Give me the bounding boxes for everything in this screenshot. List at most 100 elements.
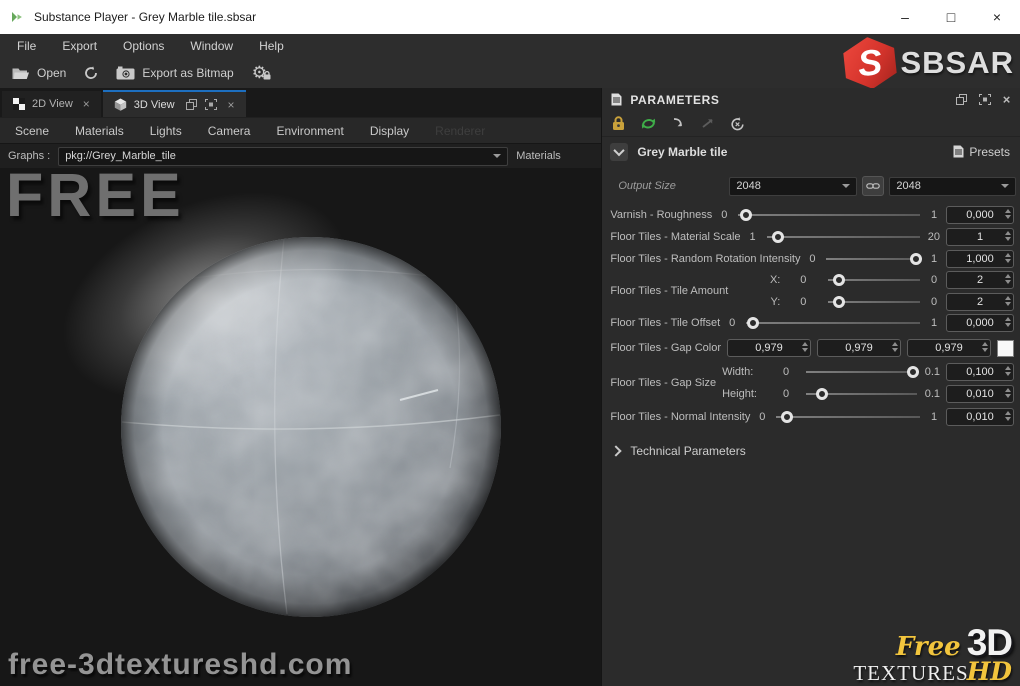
subtab-scene[interactable]: Scene [2, 124, 62, 138]
param-spinbox[interactable]: 0,010 [946, 408, 1014, 426]
panel-float-icon[interactable] [956, 94, 967, 105]
spinner-arrows-icon[interactable] [1005, 366, 1011, 376]
tab-2d-view[interactable]: 2D View × [2, 91, 101, 117]
param-spinbox[interactable]: 0,000 [946, 314, 1014, 332]
subtab-materials[interactable]: Materials [62, 124, 137, 138]
subtab-environment[interactable]: Environment [263, 124, 356, 138]
menu-export[interactable]: Export [49, 39, 110, 53]
chevron-down-icon [842, 184, 850, 188]
gap-color-swatch[interactable] [997, 340, 1014, 357]
presets-button[interactable]: Presets [953, 145, 1012, 159]
param-slider[interactable] [826, 295, 922, 309]
menu-window[interactable]: Window [177, 39, 246, 53]
reset-icon[interactable] [730, 117, 745, 131]
minimize-button[interactable]: – [882, 0, 928, 34]
output-width-value: 2048 [736, 180, 760, 192]
param-spinbox[interactable]: 2 [946, 293, 1014, 311]
materials-label[interactable]: Materials [516, 150, 561, 162]
menu-options[interactable]: Options [110, 39, 177, 53]
import-preset-icon[interactable] [672, 117, 686, 130]
param-label: Floor Tiles - Normal Intensity [610, 411, 750, 423]
spinner-arrows-icon[interactable] [802, 342, 808, 352]
slider-knob[interactable] [816, 388, 828, 400]
param-spinbox[interactable]: 2 [946, 271, 1014, 289]
tab-2d-label: 2D View [32, 98, 73, 110]
param-spinbox[interactable]: 1 [946, 228, 1014, 246]
open-button[interactable]: Open [12, 66, 66, 80]
randomize-sync-icon[interactable] [640, 116, 657, 131]
spinner-arrows-icon[interactable] [1005, 317, 1011, 327]
param-slider[interactable] [744, 316, 922, 330]
maximize-panel-icon[interactable] [205, 99, 217, 110]
menu-help[interactable]: Help [246, 39, 297, 53]
settings-button[interactable]: ⚙ [252, 63, 267, 83]
export-bitmap-button[interactable]: Export as Bitmap [116, 66, 233, 80]
panel-maximize-icon[interactable] [979, 94, 991, 105]
tab-3d-close-icon[interactable]: × [228, 98, 235, 112]
tab-2d-close-icon[interactable]: × [83, 97, 90, 111]
subtab-camera[interactable]: Camera [195, 124, 264, 138]
gap-color-b-spinbox[interactable]: 0,979 [907, 339, 991, 357]
chevron-down-icon [1001, 184, 1009, 188]
param-row-tile-amount: Floor Tiles - Tile Amount X: 0 0 2 Y: 0 [610, 270, 1016, 312]
param-slider[interactable] [804, 387, 919, 401]
spinner-arrows-icon[interactable] [1005, 296, 1011, 306]
param-min: 1 [747, 231, 759, 243]
link-dimensions-button[interactable] [862, 176, 884, 196]
menu-file[interactable]: File [4, 39, 49, 53]
param-spinbox[interactable]: 0,010 [946, 385, 1014, 403]
spinner-arrows-icon[interactable] [1005, 274, 1011, 284]
maximize-button[interactable]: □ [928, 0, 974, 34]
panel-close-icon[interactable]: × [1003, 92, 1011, 107]
tile-amount-y-row: Y: 0 0 2 [734, 292, 1014, 312]
gap-size-height-row: Height: 0 0.1 0,010 [722, 384, 1014, 404]
param-slider[interactable] [765, 230, 922, 244]
spinner-arrows-icon[interactable] [1005, 231, 1011, 241]
slider-knob[interactable] [781, 411, 793, 423]
param-slider[interactable] [824, 252, 922, 266]
technical-parameters-toggle[interactable]: Technical Parameters [602, 428, 1020, 474]
subtab-lights[interactable]: Lights [137, 124, 195, 138]
slider-knob[interactable] [772, 231, 784, 243]
param-slider[interactable] [774, 410, 922, 424]
sub-label: Width: [722, 366, 768, 378]
app-chrome: File Export Options Window Help Open [0, 34, 1020, 88]
tile-amount-x-row: X: 0 0 2 [734, 270, 1014, 290]
param-min: 0 [774, 366, 798, 378]
param-spinbox[interactable]: 1,000 [946, 250, 1014, 268]
slider-knob[interactable] [740, 209, 752, 221]
sbsar-hexagon-icon: S [839, 34, 902, 92]
slider-knob[interactable] [833, 274, 845, 286]
spinner-arrows-icon[interactable] [1005, 388, 1011, 398]
output-width-select[interactable]: 2048 [729, 177, 857, 196]
param-spinbox[interactable]: 0,100 [946, 363, 1014, 381]
slider-knob[interactable] [747, 317, 759, 329]
param-spinbox[interactable]: 0,000 [946, 206, 1014, 224]
view-area: 2D View × 3D View × [0, 88, 602, 686]
param-slider[interactable] [826, 273, 922, 287]
output-height-select[interactable]: 2048 [889, 177, 1016, 196]
graph-section-header[interactable]: Grey Marble tile Presets [602, 137, 1020, 166]
float-panel-icon[interactable] [186, 99, 197, 110]
collapse-button[interactable] [610, 143, 628, 161]
spinner-arrows-icon[interactable] [1005, 253, 1011, 263]
param-slider[interactable] [736, 208, 922, 222]
tab-3d-view[interactable]: 3D View × [103, 90, 246, 117]
sub-label: Y: [734, 296, 780, 308]
lock-icon[interactable] [612, 116, 625, 131]
param-slider[interactable] [804, 365, 919, 379]
slider-knob[interactable] [907, 366, 919, 378]
spinner-arrows-icon[interactable] [1005, 411, 1011, 421]
subtab-display[interactable]: Display [357, 124, 422, 138]
refresh-button[interactable] [84, 66, 98, 80]
viewport-3d[interactable]: FREE free-3dtextureshd.com [0, 168, 601, 686]
graph-select[interactable]: pkg://Grey_Marble_tile [58, 147, 508, 166]
gap-color-r-spinbox[interactable]: 0,979 [727, 339, 811, 357]
gap-color-g-spinbox[interactable]: 0,979 [817, 339, 901, 357]
slider-knob[interactable] [910, 253, 922, 265]
spinner-arrows-icon[interactable] [892, 342, 898, 352]
spinner-arrows-icon[interactable] [1005, 209, 1011, 219]
slider-knob[interactable] [833, 296, 845, 308]
close-button[interactable]: × [974, 0, 1020, 34]
spinner-arrows-icon[interactable] [982, 342, 988, 352]
